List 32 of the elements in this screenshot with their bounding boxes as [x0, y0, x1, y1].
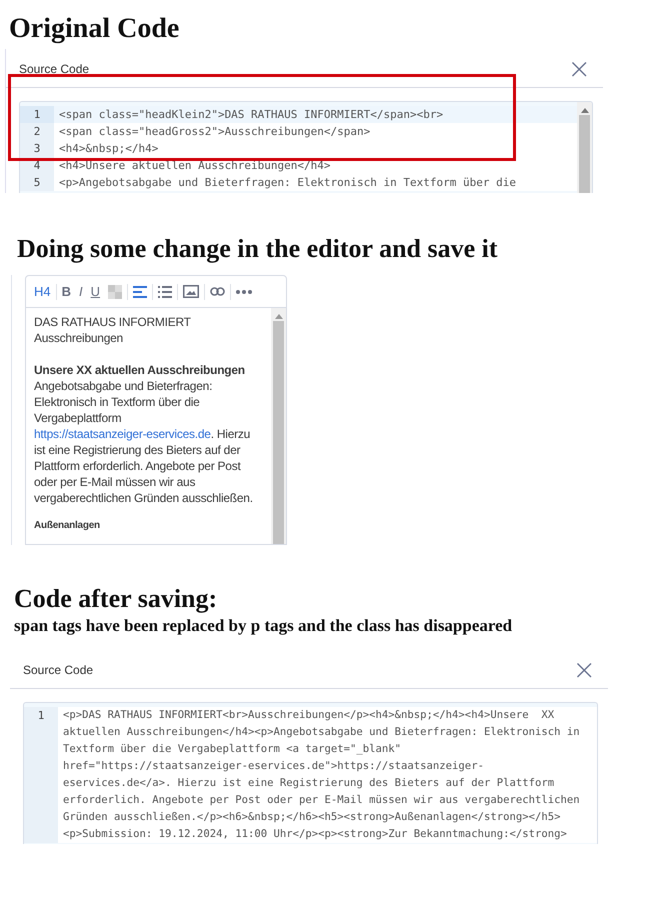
- section-heading: Code after saving:: [14, 585, 218, 614]
- link-icon: [210, 287, 226, 296]
- editor-subheading: Außenanlagen: [34, 519, 101, 534]
- line-number: 2: [20, 122, 54, 140]
- scrollbar[interactable]: [271, 308, 286, 544]
- format-button[interactable]: H4: [30, 280, 55, 303]
- more-icon: [236, 290, 252, 294]
- editor-heading: Unsere XX aktuellen Ausschreibungen: [34, 362, 246, 378]
- scrollbar[interactable]: [577, 102, 592, 193]
- dialog-title: Source Code: [23, 662, 94, 677]
- checker-icon: [108, 284, 122, 299]
- section-heading: Doing some change in the editor and save it: [17, 234, 499, 264]
- close-button[interactable]: ×: [568, 58, 591, 79]
- section-heading: Original Code: [9, 14, 180, 45]
- line-number: 5: [20, 174, 54, 191]
- editor-paragraph: Angebotsabgabe und Bieterfragen: Elektronisch in Textform über die Vergabeplattform https://staatsanzeiger-eservices.de. Hierzu ist eine Registrierung des Bieters auf der Plattform erforderlich. Angebote per Post oder per E-Mail müssen wir aus vergaberechtlichen Gründen ausschließen.: [34, 378, 254, 506]
- close-button[interactable]: ×: [572, 660, 596, 680]
- image-icon: [183, 285, 200, 298]
- format-button[interactable]: U: [86, 280, 104, 303]
- line-number: 1: [20, 106, 54, 123]
- list-icon: [158, 286, 172, 298]
- dialog-title: Source Code: [19, 62, 90, 76]
- align-left-icon: [133, 286, 148, 298]
- line-number: 1: [24, 706, 58, 843]
- section-subtitle: span tags have been replaced by p tags and the class has disappeared: [14, 616, 514, 636]
- link[interactable]: https://staatsanzeiger-eservices.de: [34, 427, 211, 442]
- editor-text: DAS RATHAUS INFORMIERT: [34, 314, 192, 330]
- editor-text: Ausschreibungen: [34, 330, 124, 346]
- format-button[interactable]: B: [58, 280, 76, 303]
- line-number: 3: [20, 140, 54, 157]
- format-button[interactable]: I: [75, 280, 87, 303]
- code-editor[interactable]: [19, 100, 593, 193]
